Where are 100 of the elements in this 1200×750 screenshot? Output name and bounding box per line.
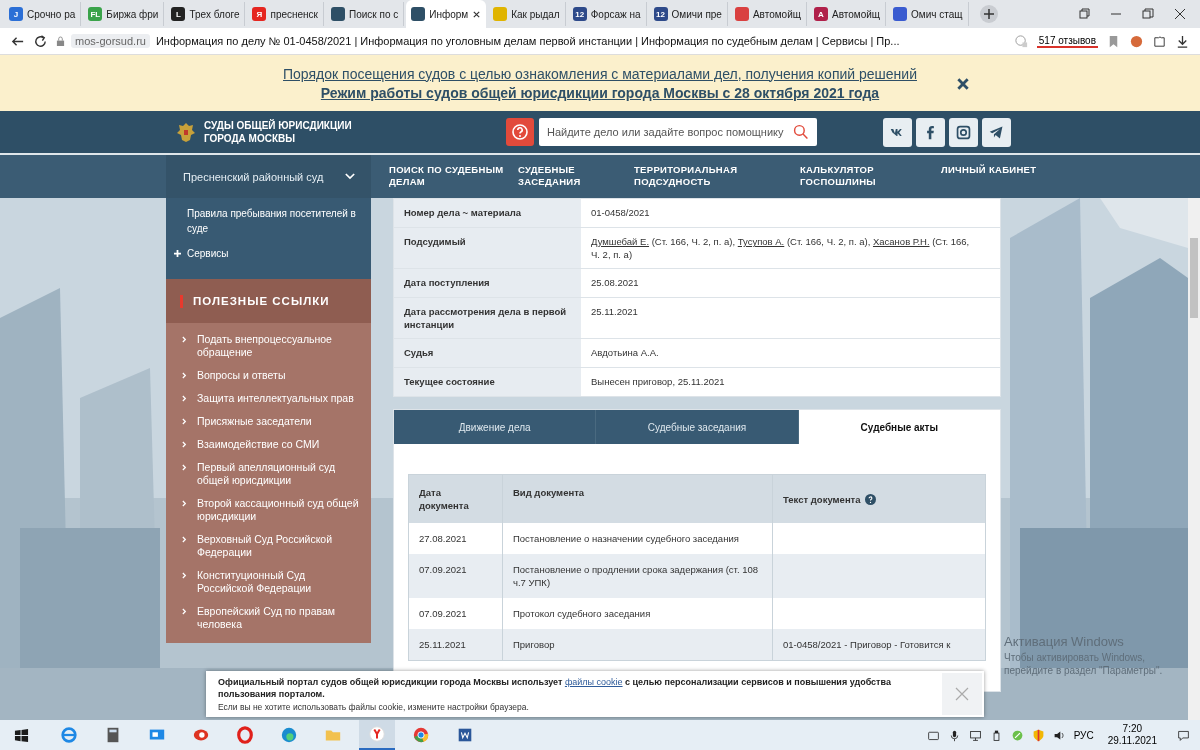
field-value: 25.11.2021: [590, 305, 639, 319]
tabs-icon[interactable]: [1078, 8, 1090, 20]
reload-icon[interactable]: [33, 33, 48, 49]
browser-e-icon: [60, 726, 78, 744]
field-value: 01-0458/2021: [590, 206, 651, 220]
close-icon[interactable]: [956, 77, 970, 91]
site-logo-text[interactable]: СУДЫ ОБЩЕЙ ЮРИСДИКЦИИ ГОРОДА МОСКВЫ: [204, 119, 352, 145]
language-indicator[interactable]: РУС: [1073, 729, 1094, 741]
favicon-icon: 12: [653, 7, 668, 21]
useful-link[interactable]: Конституционный Суд Российской Федерации: [182, 569, 359, 599]
useful-link[interactable]: Защита интеллектуальных прав: [182, 392, 359, 409]
address-field[interactable]: mos-gorsud.ru Информация по делу № 01-0458/2021 | Информация по уголовным делам первой инстанции | Информация по судебным делам | Сервисы | Пр...: [56, 34, 1006, 48]
useful-link[interactable]: Первый апелляционный суд общей юрисдикции: [182, 461, 359, 491]
help-icon: [510, 122, 530, 142]
browser-tab[interactable]: Я пресненск: [247, 2, 324, 26]
table-cell-text: 01-0458/2021 - Приговор - Готовится к: [782, 638, 952, 652]
court-selector[interactable]: Пресненский районный суд: [166, 155, 371, 198]
browser-tab[interactable]: FL Биржа фри: [83, 2, 165, 26]
defendant-link[interactable]: Думшебай Е.: [591, 236, 650, 247]
scrollbar[interactable]: [1188, 198, 1200, 720]
browser-tab[interactable]: Информ: [406, 0, 487, 28]
browser-tab[interactable]: J Срочно ра: [4, 2, 82, 26]
favicon-icon: FL: [88, 7, 103, 21]
close-icon[interactable]: [1174, 8, 1186, 20]
browser-tab[interactable]: L Трех блоге: [166, 2, 246, 26]
cookie-note: Если вы не хотите использовать файлы cookie, измените настройки браузера.: [218, 702, 530, 712]
chevron-right-icon: [182, 395, 187, 402]
telegram-button[interactable]: [982, 117, 1011, 147]
column-header: Вид документа: [503, 475, 773, 523]
cookie-message: Официальный портал судов общей юрисдикции города Москвы использует файлы cookie с целью персонализации сервисов и повышения удобства пользования порталом.: [218, 676, 892, 700]
vk-button[interactable]: [883, 117, 912, 147]
chevron-right-icon: [182, 572, 187, 579]
tab[interactable]: Движение дела: [394, 410, 597, 444]
table-cell: 07.09.2021: [409, 554, 503, 598]
browser-tab[interactable]: 12 Форсаж на: [567, 2, 647, 26]
document-w-icon: [456, 726, 474, 744]
field-value: Думшебай Е. (Ст. 166, Ч. 2, п. а), Тусупов А. (Ст. 166, Ч. 2, п. а), Хасанов Р.Н. (Ст. 166, Ч. 2, п. а): [590, 235, 971, 262]
tab[interactable]: Судебные заседания: [596, 410, 799, 444]
nav-link[interactable]: ПОИСК ПО СУДЕБНЫМ ДЕЛАМ: [389, 155, 514, 198]
field-label: Дата поступления: [394, 269, 581, 297]
browser-tab[interactable]: A Автомойщ: [808, 2, 886, 26]
useful-link[interactable]: Второй кассационный суд общей юрисдикции: [182, 497, 359, 527]
browser-tab[interactable]: 12 Омичи пре: [648, 2, 728, 26]
defendant-link[interactable]: Тусупов А.: [737, 236, 785, 247]
useful-link[interactable]: Подать внепроцессуальное обращение: [182, 333, 359, 363]
plus-icon: [174, 250, 181, 257]
search-icon[interactable]: [793, 124, 809, 140]
useful-link[interactable]: Взаимодействие со СМИ: [182, 438, 359, 455]
facebook-button[interactable]: [916, 117, 945, 147]
nav-link[interactable]: СУДЕБНЫЕ ЗАСЕДАНИЯ: [518, 155, 630, 198]
useful-link[interactable]: Присяжные заседатели: [182, 415, 359, 432]
instagram-button[interactable]: [949, 117, 978, 147]
chevron-right-icon: [182, 372, 187, 379]
reviews-badge[interactable]: 517 отзывов: [1036, 34, 1098, 48]
help-icon[interactable]: [864, 493, 876, 505]
browser-tab[interactable]: Омич стащ: [888, 2, 969, 26]
column-header: Дата документа: [409, 475, 503, 523]
chevron-down-icon: [345, 173, 355, 180]
help-button[interactable]: [506, 118, 534, 146]
download-icon[interactable]: [1175, 33, 1190, 49]
emblem-icon: [176, 121, 196, 143]
nav-link[interactable]: КАЛЬКУЛЯТОР ГОСПОШЛИНЫ: [800, 155, 937, 198]
useful-link[interactable]: Европейский Суд по правам человека: [182, 605, 359, 635]
windows-start-icon[interactable]: [14, 727, 29, 743]
close-icon: [955, 687, 969, 701]
field-label: Подсудимый: [394, 228, 581, 268]
browser-tab[interactable]: Поиск по с: [326, 2, 405, 26]
section-header: ПОЛЕЗНЫЕ ССЫЛКИ: [166, 279, 371, 323]
favicon-icon: Я: [252, 7, 267, 21]
shield-icon[interactable]: [1031, 728, 1045, 742]
sidebar-item[interactable]: Правила пребывания посетителей в суде: [174, 206, 361, 236]
cookie-link[interactable]: файлы cookie: [564, 677, 623, 687]
clock[interactable]: 7:20 29.11.2021: [1107, 723, 1157, 747]
restore-icon[interactable]: [1142, 8, 1154, 20]
useful-link[interactable]: Вопросы и ответы: [182, 369, 359, 386]
nav-link[interactable]: ЛИЧНЫЙ КАБИНЕТ: [941, 155, 1053, 198]
notice-link[interactable]: Режим работы судов общей юрисдикции города Москвы с 28 октября 2021 года: [320, 84, 880, 101]
field-value: 25.08.2021: [590, 276, 640, 290]
notifications-icon[interactable]: [1177, 728, 1190, 742]
chevron-right-icon: [182, 336, 187, 343]
browser-tab[interactable]: Как рыдал: [488, 2, 566, 26]
close-icon[interactable]: [472, 9, 482, 19]
search-field[interactable]: Найдите дело или задайте вопрос помощнику: [539, 118, 817, 146]
nav-link[interactable]: ТЕРРИТОРИАЛЬНАЯ ПОДСУДНОСТЬ: [634, 155, 796, 198]
notice-link[interactable]: Порядок посещения судов с целью ознакомления с материалами дел, получения копий решений: [283, 65, 917, 82]
chrome-ball-icon: [412, 726, 430, 744]
defendant-link[interactable]: Хасанов Р.Н.: [872, 236, 930, 247]
new-tab-icon[interactable]: [978, 4, 999, 24]
avatar-icon[interactable]: [1129, 33, 1144, 49]
sidebar-item[interactable]: Сервисы: [174, 246, 361, 261]
chevron-right-icon: [182, 536, 187, 543]
field-label: Номер дела ~ материала: [394, 199, 581, 227]
taskbar-app[interactable]: [359, 720, 395, 750]
browser-tab[interactable]: Автомойщ: [729, 2, 807, 26]
useful-link[interactable]: Верховный Суд Российской Федерации: [182, 533, 359, 563]
chevron-right-icon: [182, 441, 187, 448]
table-cell: 25.11.2021: [409, 629, 503, 660]
chevron-right-icon: [182, 464, 187, 471]
field-label: Текущее состояние: [394, 368, 581, 396]
favicon-icon: L: [171, 7, 186, 21]
